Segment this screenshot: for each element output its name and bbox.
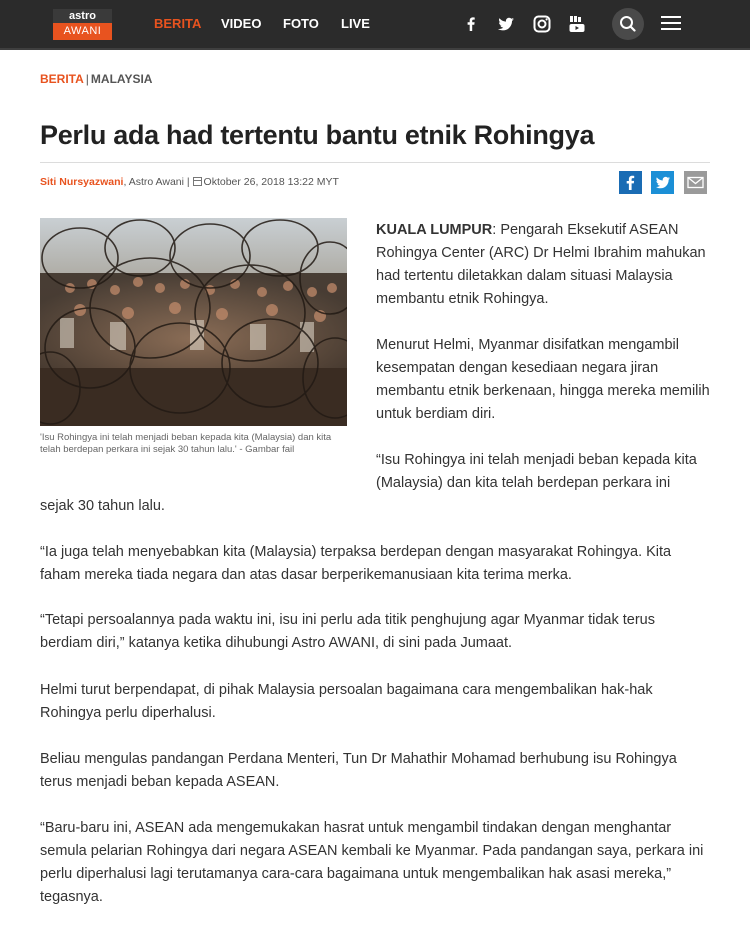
nav-link-video[interactable]: VIDEO — [221, 16, 261, 32]
logo-text-bottom: AWANI — [53, 23, 112, 40]
hamburger-menu-icon[interactable] — [661, 14, 683, 32]
article-title: Perlu ada had tertentu bantu etnik Rohin… — [40, 120, 595, 150]
article-paragraph-4: “Ia juga telah menyebabkan kita (Malaysi… — [40, 544, 672, 583]
article-paragraph-6: Helmi turut berpendapat, di pihak Malays… — [40, 682, 653, 721]
breadcrumb: BERITA | MALAYSIA — [40, 72, 152, 86]
twitter-share-icon — [656, 176, 670, 189]
article-date: Oktober 26, 2018 13:22 MYT — [203, 176, 339, 188]
facebook-share-button[interactable] — [619, 171, 642, 194]
article-photo — [40, 218, 347, 426]
article-paragraph-8: “Baru-baru ini, ASEAN ada mengemukakan h… — [40, 820, 704, 905]
article-paragraph-7: Beliau mengulas pandangan Perdana Menter… — [40, 751, 677, 790]
article-paragraph-3-wrap: “Isu Rohingya ini telah menjadi beban ke… — [376, 452, 697, 491]
twitter-icon[interactable] — [495, 13, 517, 35]
nav-link-live[interactable]: LIVE — [341, 16, 370, 32]
youtube-icon[interactable] — [566, 13, 588, 35]
facebook-share-icon — [626, 175, 635, 190]
breadcrumb-subsection-link[interactable]: MALAYSIA — [91, 72, 153, 86]
photo-caption: 'Isu Rohingya ini telah menjadi beban ke… — [40, 432, 332, 455]
article-paragraph-3-end: sejak 30 tahun lalu. — [40, 498, 165, 514]
article-meta: Siti Nursyazwani, Astro Awani | Oktober … — [40, 176, 339, 189]
author-link[interactable]: Siti Nursyazwani — [40, 176, 123, 188]
article-paragraph-5: “Tetapi persoalannya pada waktu ini, isu… — [40, 612, 655, 651]
astro-awani-logo[interactable]: astro AWANI — [53, 9, 112, 40]
article-paragraph-1: KUALA LUMPUR: Pengarah Eksekutif ASEAN R… — [376, 219, 716, 311]
instagram-icon[interactable] — [531, 13, 553, 35]
logo-text-top: astro — [53, 9, 112, 23]
top-navigation-bar: astro AWANI BERITA VIDEO FOTO LIVE — [0, 0, 750, 50]
article-paragraph-2: Menurut Helmi, Myanmar disifatkan mengam… — [376, 337, 710, 422]
email-share-button[interactable] — [684, 171, 707, 194]
nav-link-foto[interactable]: FOTO — [283, 16, 319, 32]
search-icon — [620, 16, 636, 32]
twitter-share-button[interactable] — [651, 171, 674, 194]
facebook-icon[interactable] — [460, 13, 482, 35]
search-button[interactable] — [612, 8, 644, 40]
breadcrumb-section-link[interactable]: BERITA — [40, 72, 84, 86]
calendar-icon — [192, 177, 202, 186]
article-source: , Astro Awani | — [123, 176, 190, 188]
title-divider — [40, 162, 710, 163]
email-share-icon — [687, 176, 704, 189]
breadcrumb-separator: | — [85, 72, 89, 86]
dateline: KUALA LUMPUR — [376, 222, 493, 238]
nav-link-berita[interactable]: BERITA — [154, 16, 201, 32]
